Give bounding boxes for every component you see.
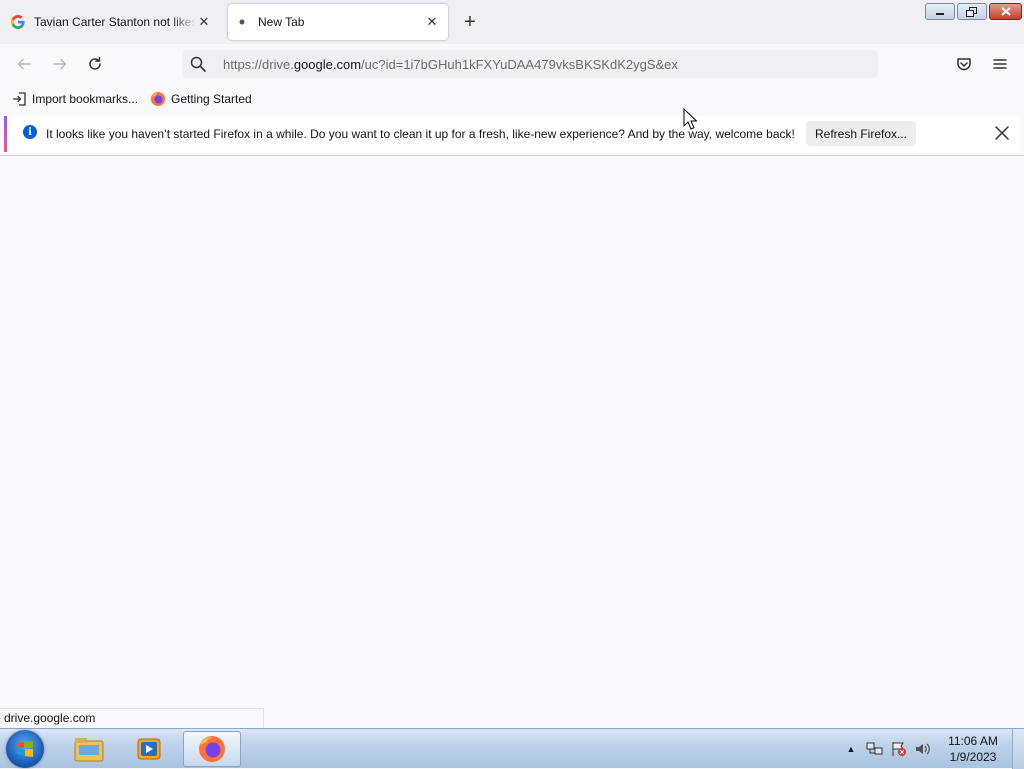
system-tray: ▲ [844,729,932,769]
media-player-icon [137,738,161,760]
windows-logo-icon [17,741,33,757]
minimize-button[interactable] [925,3,955,20]
tab-new-tab[interactable]: New Tab ✕ [228,4,448,40]
pocket-icon [957,58,971,71]
close-window-button[interactable] [989,3,1022,20]
taskbar-clock[interactable]: 11:06 AM 1/9/2023 [940,733,1006,765]
bookmark-import[interactable]: Import bookmarks... [12,90,138,108]
network-icon[interactable] [866,741,884,757]
close-notification-icon[interactable] [993,124,1011,142]
show-desktop-button[interactable] [1012,729,1024,769]
show-hidden-icons-icon[interactable]: ▲ [844,744,858,754]
windows-explorer-icon [74,738,104,762]
url-prefix: https://drive. [223,56,294,72]
volume-icon[interactable] [914,741,932,757]
dot-icon [234,14,250,30]
action-center-warning-icon[interactable] [890,741,908,757]
app-menu-button[interactable] [988,52,1012,76]
url-text[interactable]: https://drive.google.com/uc?id=1i7bGHuh1… [223,57,678,72]
start-button[interactable] [6,730,44,768]
tab-title: New Tab [258,15,305,29]
status-panel: drive.google.com [0,708,264,728]
new-tab-plus-icon[interactable]: + [460,11,480,33]
import-icon [12,92,26,106]
close-tab-icon[interactable]: ✕ [424,14,440,30]
clock-time: 11:06 AM [948,734,998,748]
search-icon [190,56,206,72]
bookmark-label: Import bookmarks... [32,92,139,106]
firefox-icon [199,736,225,762]
clock-date: 1/9/2023 [949,750,997,764]
firefox-icon [151,92,165,106]
pocket-button[interactable] [952,52,976,76]
refresh-firefox-button[interactable]: Refresh Firefox... [806,121,916,146]
close-tab-icon[interactable]: ✕ [196,14,212,30]
forward-arrow-icon [53,58,67,70]
tab-strip: Tavian Carter Stanton not likes ✕ New Ta… [0,0,1024,44]
tab-title: Tavian Carter Stanton not likes [34,15,196,29]
windows-taskbar: ▲ 11:06 AM 1/9/2023 [0,728,1024,769]
taskbar-explorer[interactable] [60,731,118,767]
back-button[interactable] [12,52,36,76]
forward-button[interactable] [48,52,72,76]
taskbar-media-player[interactable] [120,731,178,767]
hamburger-menu-icon [993,59,1007,69]
bookmarks-toolbar: Import bookmarks... Getting Started [0,86,1024,112]
restore-button[interactable] [957,3,987,20]
mouse-pointer-icon [683,108,697,130]
tab-google-search[interactable]: Tavian Carter Stanton not likes ✕ [4,4,220,40]
reload-icon [89,56,101,70]
google-g-icon [10,14,26,30]
url-domain: google.com [293,56,362,72]
navigation-toolbar: https://drive.google.com/uc?id=1i7bGHuh1… [0,44,1024,84]
info-icon: i [23,125,37,139]
taskbar-firefox[interactable] [183,731,241,767]
bookmark-label: Getting Started [171,92,252,106]
url-suffix: /uc?id=1i7bGHuh1kFXYuDAA479vksBKSKdK2ygS… [361,56,678,72]
back-arrow-icon [17,58,31,70]
page-content-area[interactable] [0,156,1024,708]
bookmark-getting-started[interactable]: Getting Started [150,90,252,108]
reload-button[interactable] [83,52,107,76]
address-bar[interactable]: https://drive.google.com/uc?id=1i7bGHuh1… [182,50,878,78]
refresh-notification-bar: i It looks like you haven’t started Fire… [4,116,1020,152]
